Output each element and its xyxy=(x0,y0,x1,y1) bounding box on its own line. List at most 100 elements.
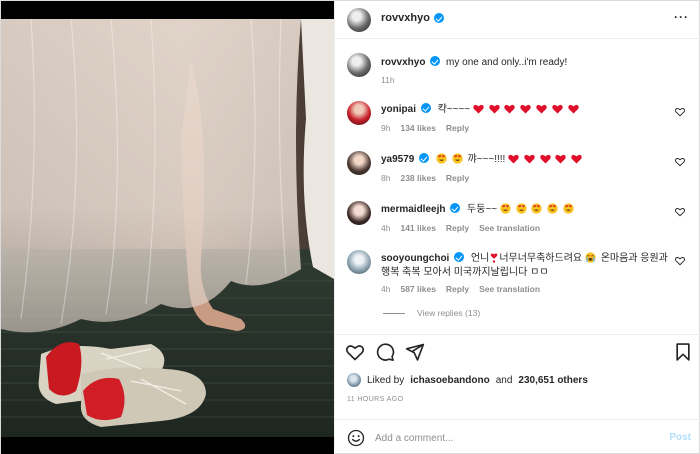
caption-author-avatar[interactable] xyxy=(347,53,371,77)
comment-text: sooyoungchoi 언니 너무너무축하드려요 온마음과 응원과 행복 축복 … xyxy=(381,252,671,280)
comment-timestamp[interactable]: 9h xyxy=(381,123,390,133)
comment-body-part-2: 너무너무축하드려요 xyxy=(499,253,583,264)
see-translation-button[interactable]: See translation xyxy=(479,223,540,233)
comment-likes-link[interactable]: 587 likes xyxy=(400,284,435,294)
commenter-avatar[interactable] xyxy=(347,201,371,225)
view-replies-button[interactable]: View replies (13) xyxy=(383,308,480,318)
red-heart-emoji-icon xyxy=(488,104,500,114)
liker-username-link[interactable]: ichasoebandono xyxy=(410,375,489,386)
loudly-crying-face-emoji-icon xyxy=(585,252,596,263)
add-comment-input[interactable] xyxy=(375,429,645,447)
reply-button[interactable]: Reply xyxy=(446,173,469,183)
post-header: rovvxhyo ··· xyxy=(335,1,700,39)
more-options-button[interactable]: ··· xyxy=(674,10,689,24)
heart-eyes-face-emoji-icon xyxy=(436,153,447,164)
reply-button[interactable]: Reply xyxy=(446,284,469,294)
commenter-avatar[interactable] xyxy=(347,151,371,175)
caption-body: my one and only..i'm ready! xyxy=(446,57,568,68)
red-heart-emoji-icon xyxy=(524,154,535,164)
commenter-username-link[interactable]: ya9579 xyxy=(381,154,414,165)
heart-emoji-group xyxy=(508,154,584,165)
comment-meta: 9h 134 likes Reply xyxy=(381,123,469,133)
red-heart-emoji-icon xyxy=(567,104,579,114)
red-heart-emoji-icon xyxy=(539,154,551,164)
heart-eyes-face-emoji-icon xyxy=(563,203,574,214)
add-comment-bar: Post xyxy=(335,419,700,454)
author-username-row: rovvxhyo xyxy=(381,12,444,24)
verified-badge-icon xyxy=(419,153,430,163)
red-heart-emoji-icon xyxy=(555,154,567,164)
heart-eyes-face-emoji-icon xyxy=(452,153,463,164)
likes-count-link[interactable]: 230,651 others xyxy=(518,375,588,386)
commenter-username-link[interactable]: yonipai xyxy=(381,104,416,115)
red-heart-emoji-icon xyxy=(536,104,547,114)
caption-username-link[interactable]: rovvxhyo xyxy=(381,57,425,68)
comment-timestamp[interactable]: 8h xyxy=(381,173,390,183)
red-heart-emoji-icon xyxy=(571,154,582,164)
liker-avatar[interactable] xyxy=(347,373,361,387)
comment-meta: 4h 141 likes Reply See translation xyxy=(381,223,540,233)
comment-likes-link[interactable]: 141 likes xyxy=(400,223,435,233)
like-heart-icon[interactable] xyxy=(345,342,365,362)
verified-badge-icon xyxy=(420,103,431,113)
post-actions-bar xyxy=(335,334,700,368)
liked-by-joiner: and xyxy=(495,374,513,386)
reply-button[interactable]: Reply xyxy=(446,123,469,133)
heart-eyes-face-emoji-icon xyxy=(531,203,543,214)
verified-badge-icon xyxy=(454,252,465,262)
verified-badge-icon xyxy=(450,203,461,213)
comment-text: mermaidleejh 두둥~~ xyxy=(381,203,661,217)
heart-emoji-group xyxy=(473,104,581,115)
commenter-username-link[interactable]: sooyoungchoi xyxy=(381,253,449,264)
commenter-avatar[interactable] xyxy=(347,101,371,125)
heart-eyes-emoji-group xyxy=(500,203,576,215)
share-paper-plane-icon[interactable] xyxy=(405,342,425,362)
liked-by-prefix: Liked by xyxy=(367,374,405,386)
emoji-smiley-icon[interactable] xyxy=(347,429,365,447)
heart-eyes-face-emoji-icon xyxy=(500,203,511,214)
comment-meta: 4h 587 likes Reply See translation xyxy=(381,284,540,294)
liked-by-row: Liked by ichasoebandono and 230,651 othe… xyxy=(347,373,588,387)
heart-eyes-face-emoji-icon xyxy=(547,203,558,214)
comment-timestamp[interactable]: 4h xyxy=(381,223,390,233)
post-image xyxy=(1,19,334,437)
comment-body-part-1: 언니 xyxy=(470,253,490,264)
comment-body: 두둥~~ xyxy=(467,204,498,215)
like-comment-heart-icon[interactable] xyxy=(675,107,685,117)
view-replies-label: View replies (13) xyxy=(417,308,481,318)
comments-list[interactable]: rovvxhyo my one and only..i'm ready! 11h… xyxy=(335,40,700,334)
caption-text: rovvxhyo my one and only..i'm ready! xyxy=(381,56,567,69)
comment-text: ya9579 꺄~~~!!!! xyxy=(381,153,661,167)
heart-eyes-face-emoji-icon xyxy=(516,203,527,214)
see-translation-button[interactable]: See translation xyxy=(479,284,540,294)
comment-likes-link[interactable]: 238 likes xyxy=(400,173,435,183)
post-side-panel: rovvxhyo ··· rovvxhyo my one and only..i… xyxy=(334,1,700,454)
instagram-post-window: rovvxhyo ··· rovvxhyo my one and only..i… xyxy=(0,0,700,454)
post-comment-button[interactable]: Post xyxy=(669,432,691,443)
verified-badge-icon xyxy=(433,13,444,23)
red-heart-emoji-icon xyxy=(552,104,563,114)
post-photo[interactable] xyxy=(1,1,334,454)
like-comment-heart-icon[interactable] xyxy=(675,207,685,217)
replies-divider-line xyxy=(383,312,405,314)
heart-exclamation-emoji-icon xyxy=(491,253,498,263)
commenter-username-link[interactable]: mermaidleejh xyxy=(381,204,445,215)
commenter-avatar[interactable] xyxy=(347,250,371,274)
comment-likes-link[interactable]: 134 likes xyxy=(400,123,435,133)
like-comment-heart-icon[interactable] xyxy=(675,157,685,167)
comment-body: 꺄~~~!!!! xyxy=(467,154,506,165)
caption-timestamp: 11h xyxy=(381,75,395,85)
verified-badge-icon xyxy=(430,56,441,66)
author-avatar[interactable] xyxy=(347,8,371,32)
red-heart-emoji-icon xyxy=(520,104,531,114)
author-username-link[interactable]: rovvxhyo xyxy=(381,12,430,24)
comment-timestamp[interactable]: 4h xyxy=(381,284,390,294)
save-bookmark-icon[interactable] xyxy=(673,342,693,362)
comment-bubble-icon[interactable] xyxy=(375,342,395,362)
red-heart-emoji-icon xyxy=(473,104,484,114)
comment-text: yonipai 캭~~~~ xyxy=(381,103,661,117)
like-comment-heart-icon[interactable] xyxy=(675,256,685,266)
post-timestamp[interactable]: 11 HOURS AGO xyxy=(347,396,403,403)
comment-meta: 8h 238 likes Reply xyxy=(381,173,469,183)
reply-button[interactable]: Reply xyxy=(446,223,469,233)
